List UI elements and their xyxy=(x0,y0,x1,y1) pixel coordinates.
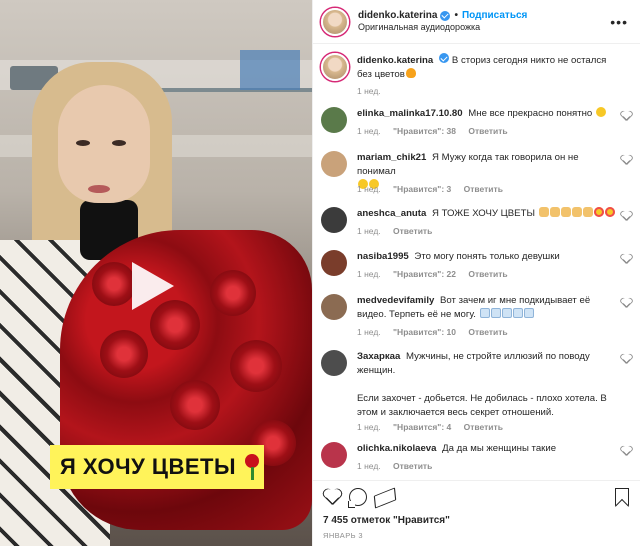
reply-button[interactable]: Ответить xyxy=(393,226,432,236)
video-caption-text: Я ХОЧУ ЦВЕТЫ xyxy=(60,454,237,479)
pray-emoji-icon xyxy=(560,207,571,217)
background-storefront xyxy=(240,50,300,90)
pray-emoji-icon xyxy=(549,207,560,217)
like-comment-icon[interactable] xyxy=(621,446,631,455)
comment-username[interactable]: aneshca_anuta xyxy=(357,208,426,219)
comment-text: Это могу понять только девушки xyxy=(414,251,560,262)
avatar[interactable] xyxy=(321,294,347,320)
comment-text: Да да мы женщины такие xyxy=(442,443,557,454)
reply-button[interactable]: Ответить xyxy=(393,461,432,471)
comment-time: 1 нед. xyxy=(357,226,381,236)
bookmark-icon[interactable] xyxy=(615,488,629,506)
like-comment-icon[interactable] xyxy=(621,298,631,307)
reply-button[interactable]: Ответить xyxy=(464,422,503,432)
comment-username[interactable]: mariam_chik21 xyxy=(357,152,426,163)
verified-icon xyxy=(439,53,450,63)
comments-list[interactable]: didenko.katerina В сториз сегодня никто … xyxy=(313,45,640,477)
rose xyxy=(170,380,220,430)
header-username[interactable]: didenko.katerina xyxy=(358,10,437,23)
comment-username[interactable]: olichka.nikolaeva xyxy=(357,443,436,454)
avatar[interactable] xyxy=(321,442,347,468)
post-panel: didenko.katerina • Подписаться Оригиналь… xyxy=(312,0,640,546)
avatar[interactable] xyxy=(321,107,347,133)
rose xyxy=(92,262,136,306)
emoji-icon xyxy=(523,308,534,318)
reply-button[interactable]: Ответить xyxy=(468,327,507,337)
follow-button[interactable]: Подписаться xyxy=(462,10,527,23)
like-comment-icon[interactable] xyxy=(621,354,631,363)
like-comment-icon[interactable] xyxy=(621,155,631,164)
video-player[interactable]: Я ХОЧУ ЦВЕТЫ xyxy=(0,0,312,546)
action-bar xyxy=(313,480,640,510)
comment-time: 1 нед. xyxy=(357,126,381,136)
header-separator: • xyxy=(454,9,458,21)
comment-likes[interactable]: "Нравится": 22 xyxy=(393,269,456,279)
share-icon[interactable] xyxy=(375,488,393,506)
smile-emoji-icon xyxy=(595,107,606,117)
post-header: didenko.katerina • Подписаться Оригиналь… xyxy=(313,0,640,44)
rose xyxy=(230,340,282,392)
like-comment-icon[interactable] xyxy=(621,254,631,263)
reply-button[interactable]: Ответить xyxy=(464,184,503,194)
avatar[interactable] xyxy=(321,151,347,177)
comment-username[interactable]: didenko.katerina xyxy=(357,55,433,66)
comment-text: Если захочет - добьется. Не добилась - п… xyxy=(357,393,607,418)
heart-eyes-emoji-icon xyxy=(604,207,615,217)
audio-label[interactable]: Оригинальная аудиодорожка xyxy=(358,22,527,33)
comment-time: 1 нед. xyxy=(357,269,381,279)
like-icon[interactable] xyxy=(323,488,341,506)
comment-username[interactable]: Захаркаа xyxy=(357,351,400,362)
comment-icon[interactable] xyxy=(348,488,367,508)
like-comment-icon[interactable] xyxy=(621,111,631,120)
heart-eyes-emoji-icon xyxy=(593,207,604,217)
emoji-icon xyxy=(512,308,523,318)
rose xyxy=(210,270,256,316)
comment-likes[interactable]: "Нравится": 3 xyxy=(393,184,451,194)
comment-likes[interactable]: "Нравится": 4 xyxy=(393,422,451,432)
reply-button[interactable]: Ответить xyxy=(468,269,507,279)
rose-emoji-icon xyxy=(244,454,260,480)
comment-likes[interactable]: "Нравится": 10 xyxy=(393,327,456,337)
person-mouth xyxy=(88,185,110,193)
comment-time: 1 нед. xyxy=(357,327,381,337)
reply-button[interactable]: Ответить xyxy=(468,126,507,136)
comment-time: 1 нед. xyxy=(357,86,381,96)
comment-time: 1 нед. xyxy=(357,184,381,194)
emoji-icon xyxy=(479,308,490,318)
avatar[interactable] xyxy=(321,7,349,36)
play-icon[interactable] xyxy=(132,262,174,310)
fire-emoji-icon xyxy=(405,68,416,78)
comment-text: Мне все прекрасно понятно xyxy=(468,108,593,119)
person-eye xyxy=(112,140,126,146)
comment-username[interactable]: medvedevifamily xyxy=(357,295,434,306)
person-eye xyxy=(76,140,90,146)
avatar[interactable] xyxy=(321,350,347,376)
comment-username[interactable]: elinka_malinka17.10.80 xyxy=(357,108,463,119)
comment-time: 1 нед. xyxy=(357,422,381,432)
pray-emoji-icon xyxy=(571,207,582,217)
like-comment-icon[interactable] xyxy=(621,211,631,220)
rose xyxy=(100,330,148,378)
emoji-icon xyxy=(501,308,512,318)
emoji-icon xyxy=(490,308,501,318)
video-caption: Я ХОЧУ ЦВЕТЫ xyxy=(50,445,264,489)
likes-count[interactable]: 7 455 отметок "Нравится" xyxy=(323,515,450,526)
verified-icon xyxy=(440,10,451,21)
comment-text: Я ТОЖЕ ХОЧУ ЦВЕТЫ xyxy=(432,208,535,219)
avatar[interactable] xyxy=(321,207,347,233)
post-date: ЯНВАРЬ 3 xyxy=(323,531,363,540)
avatar[interactable] xyxy=(321,250,347,276)
pray-emoji-icon xyxy=(538,207,549,217)
comment-username[interactable]: nasiba1995 xyxy=(357,251,409,262)
comment-time: 1 нед. xyxy=(357,461,381,471)
more-options-icon[interactable]: ••• xyxy=(610,14,628,30)
comment-likes[interactable]: "Нравится": 38 xyxy=(393,126,456,136)
pray-emoji-icon xyxy=(582,207,593,217)
avatar[interactable] xyxy=(321,53,349,81)
